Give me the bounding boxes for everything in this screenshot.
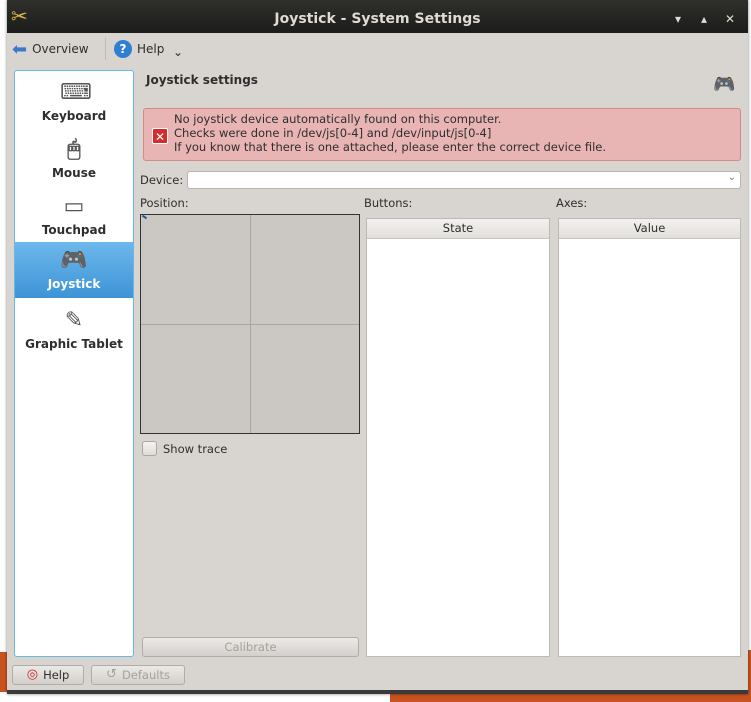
error-message: ✕ No joystick device automatically found… [143,108,741,161]
sidebar-item-joystick[interactable]: 🎮 Joystick [15,242,133,298]
checkbox-box[interactable] [142,441,157,456]
sidebar-item-mouse[interactable]: 🖱 Mouse [15,131,133,187]
help-label: Help [137,42,165,56]
error-line: No joystick device automatically found o… [174,112,502,126]
title-bar[interactable]: ✂ Joystick - System Settings ▾ ▴ ✕ [7,0,748,33]
help-button[interactable]: ? Help [114,38,164,60]
overview-button[interactable]: ⬅ Overview [12,38,89,60]
joystick-icon: 🎮 [713,74,736,95]
minimize-button[interactable]: ▾ [669,10,687,28]
sidebar-item-label: Touchpad [41,223,107,237]
tools-icon: ✂ [11,4,28,28]
device-combobox[interactable]: ⌄ [187,171,741,189]
show-trace-label: Show trace [163,441,228,456]
reset-icon: ↺ [106,667,117,682]
position-marker [141,214,148,220]
sidebar-item-label: Mouse [51,166,96,180]
defaults-button[interactable]: ↺ Defaults [91,665,185,685]
category-sidebar: ⌨ Keyboard 🖱 Mouse ▭ Touchpad 🎮 Joystick ✎ Gr… [14,70,134,657]
joystick-icon: 🎮 [60,248,88,273]
sidebar-item-touchpad[interactable]: ▭ Touchpad [15,188,133,244]
sidebar-item-graphic-tablet[interactable]: ✎ Graphic Tablet [15,302,133,358]
window-title: Joystick - System Settings [274,11,481,27]
close-button[interactable]: ✕ [721,10,739,28]
crosshair-horizontal [141,324,359,325]
sidebar-item-label: Keyboard [41,109,107,123]
back-arrow-icon: ⬅ [12,38,28,60]
help-icon: ? [114,40,132,58]
axes-table[interactable]: Value [558,218,741,657]
mouse-icon: 🖱 [67,137,81,162]
position-display [140,214,360,434]
sidebar-item-keyboard[interactable]: ⌨ Keyboard [15,74,133,130]
buttons-table[interactable]: State [366,218,550,657]
touchpad-icon: ▭ [63,194,85,219]
sidebar-item-label: Joystick [47,277,101,291]
page-title: Joystick settings [146,73,258,87]
maximize-button[interactable]: ▴ [695,10,713,28]
toolbar-separator [105,38,106,60]
state-column-header[interactable]: State [367,219,549,239]
graphic-tablet-icon: ✎ [64,308,84,333]
system-settings-window: ✂ Joystick - System Settings ▾ ▴ ✕ ⬅ Ove… [7,0,748,694]
position-label: Position: [140,196,189,210]
axes-label: Axes: [556,196,588,210]
more-menu-chevron-icon[interactable]: ⌄ [173,45,183,59]
error-icon: ✕ [152,128,168,144]
help-lifebuoy-icon: ◎ [26,667,39,682]
chevron-down-icon: ⌄ [727,172,736,183]
defaults-label: Defaults [121,668,170,682]
buttons-label: Buttons: [364,196,413,210]
footer-help-label: Help [43,668,70,682]
footer-help-button[interactable]: ◎ Help [12,665,84,685]
sidebar-item-label: Graphic Tablet [25,337,123,351]
error-line: Checks were done in /dev/js[0-4] and /de… [174,126,492,140]
device-label: Device: [140,173,184,187]
toolbar: ⬅ Overview ? Help ⌄ [7,33,748,65]
error-line: If you know that there is one attached, … [174,140,607,154]
show-trace-checkbox[interactable]: Show trace [142,441,227,456]
value-column-header[interactable]: Value [559,219,740,239]
calibrate-button[interactable]: Calibrate [142,637,359,657]
keyboard-icon: ⌨ [60,80,92,105]
overview-label: Overview [32,42,89,56]
